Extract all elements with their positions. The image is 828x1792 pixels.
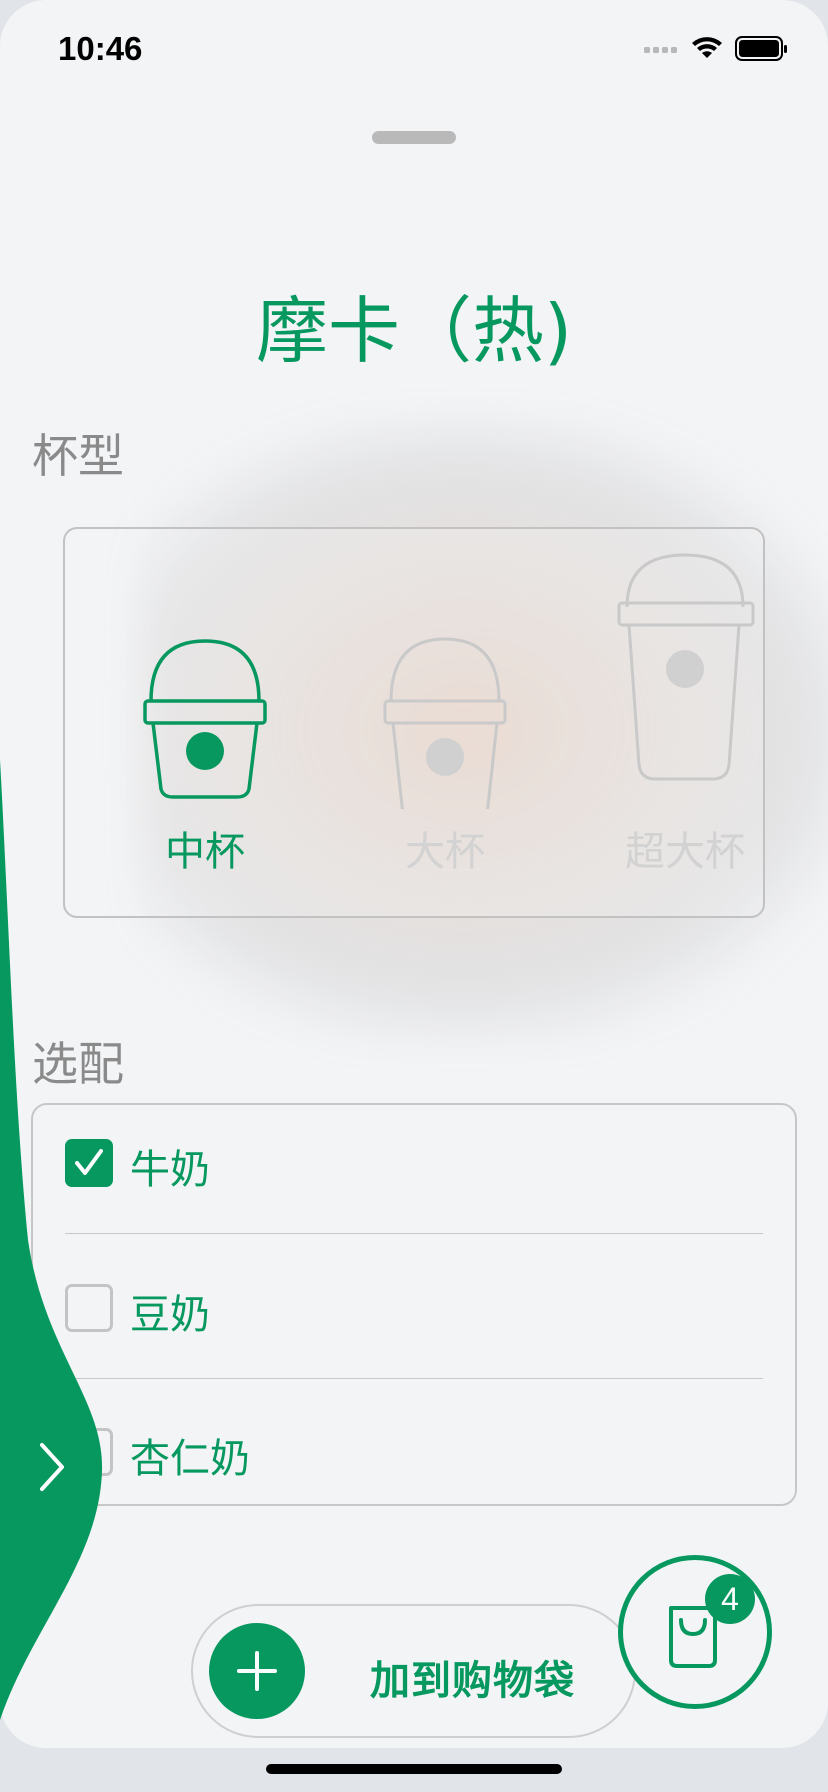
- wifi-icon: [692, 37, 722, 58]
- plus-icon: [209, 1623, 305, 1719]
- addon-item-almond-milk[interactable]: 杏仁奶: [33, 1402, 795, 1502]
- chevron-right-icon: [40, 1443, 64, 1491]
- cup-option-large-label: 大杯: [405, 829, 485, 875]
- check-icon: [75, 1149, 103, 1175]
- cup-size-label: 杯型: [32, 429, 124, 483]
- checkbox-soy-milk[interactable]: [65, 1284, 113, 1332]
- cup-option-large[interactable]: 大杯: [345, 589, 545, 909]
- cup-option-xlarge[interactable]: 超大杯: [585, 549, 785, 909]
- cup-icon: [143, 639, 267, 799]
- cup-option-xlarge-label: 超大杯: [625, 829, 745, 875]
- addon-label-almond-milk: 杏仁奶: [130, 1436, 250, 1482]
- addons-label: 选配: [32, 1037, 124, 1091]
- divider: [65, 1378, 763, 1379]
- addon-item-milk[interactable]: 牛奶: [33, 1113, 795, 1213]
- cup-icon: [617, 553, 755, 781]
- battery-icon: [735, 36, 787, 61]
- add-to-bag-label: 加到购物袋: [370, 1658, 575, 1704]
- add-to-bag-button[interactable]: 加到购物袋: [191, 1604, 636, 1738]
- divider: [65, 1233, 763, 1234]
- drag-handle[interactable]: [372, 131, 456, 144]
- signal-icon: [644, 47, 677, 53]
- status-time: 10:46: [58, 30, 143, 67]
- product-sheet: 10:46 摩卡（热) 杯型 中杯 大杯 超大杯 选配 牛奶 豆奶 杏仁奶 加到…: [0, 0, 828, 1748]
- cart-button[interactable]: 4: [618, 1555, 772, 1709]
- addon-item-soy-milk[interactable]: 豆奶: [33, 1258, 795, 1358]
- product-title: 摩卡（热): [255, 289, 573, 373]
- addon-label-milk: 牛奶: [130, 1147, 210, 1193]
- checkbox-milk[interactable]: [65, 1139, 113, 1187]
- cup-option-medium-label: 中杯: [165, 829, 245, 875]
- home-indicator: [266, 1764, 562, 1774]
- addon-label-soy-milk: 豆奶: [130, 1292, 210, 1338]
- cup-size-selector: 中杯 大杯 超大杯: [63, 527, 765, 918]
- addons-list: 牛奶 豆奶 杏仁奶: [31, 1103, 797, 1506]
- cup-icon: [383, 637, 507, 809]
- cart-count-badge: 4: [705, 1574, 755, 1624]
- cup-option-medium[interactable]: 中杯: [105, 629, 305, 909]
- status-icons: [644, 36, 787, 61]
